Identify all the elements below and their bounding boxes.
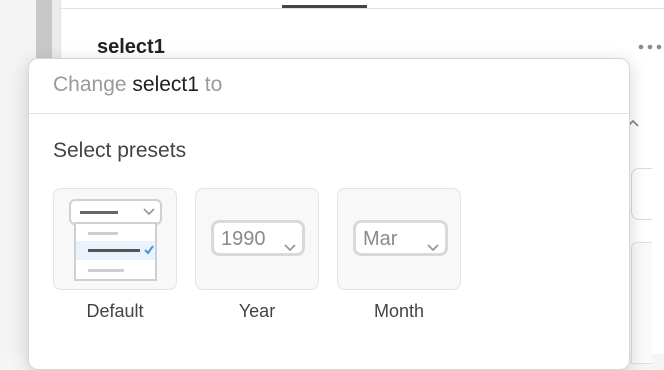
preset-month[interactable]: Mar	[337, 188, 461, 290]
background-box	[631, 242, 652, 364]
chevron-down-icon	[284, 235, 296, 258]
active-tab-indicator	[282, 5, 367, 8]
dropdown-list-preview-icon	[69, 199, 162, 281]
chevron-down-icon	[427, 235, 439, 258]
background-input[interactable]	[631, 168, 652, 220]
tab-bar	[61, 0, 664, 9]
year-select-preview: 1990	[211, 220, 305, 256]
header-component-name: select1	[132, 73, 199, 96]
preset-month-label: Month	[373, 301, 425, 321]
more-options-icon[interactable]	[636, 37, 664, 57]
change-component-popover: Change select1 to Select presets Default…	[28, 58, 630, 370]
header-prefix: Change	[53, 73, 127, 96]
preset-default-label: Default	[86, 301, 144, 321]
header-suffix: to	[204, 73, 223, 96]
preset-default[interactable]	[53, 188, 177, 290]
preset-year[interactable]: 1990	[195, 188, 319, 290]
section-title: Select presets	[53, 139, 187, 162]
preset-year-label: Year	[238, 301, 276, 321]
year-value: 1990	[221, 228, 266, 250]
month-select-preview: Mar	[353, 220, 448, 256]
component-title: select1	[97, 36, 165, 58]
popover-header: Change select1 to	[29, 59, 629, 114]
month-value: Mar	[363, 228, 398, 250]
